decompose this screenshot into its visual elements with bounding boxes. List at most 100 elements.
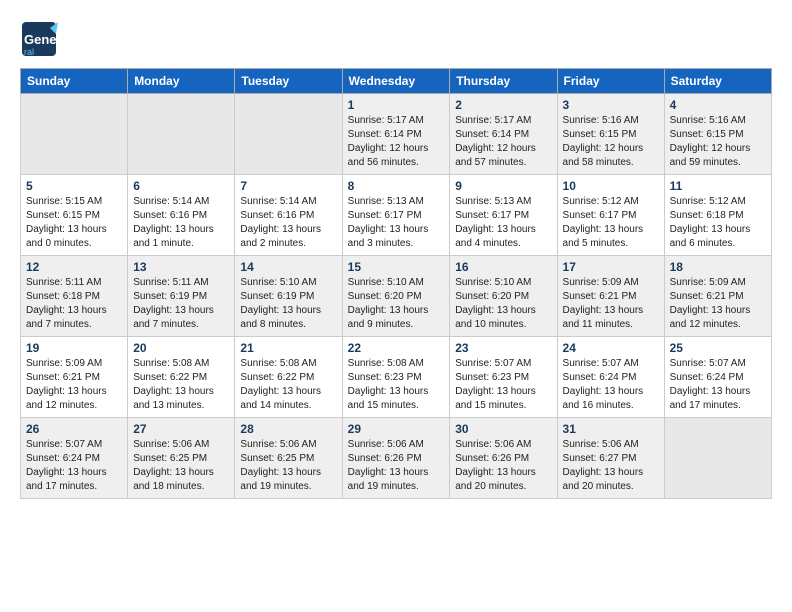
calendar-day-cell: 7 Sunrise: 5:14 AM Sunset: 6:16 PM Daylig… xyxy=(235,175,342,256)
calendar-day-cell xyxy=(21,94,128,175)
page-header: Gene ral xyxy=(20,20,772,58)
day-info: Sunrise: 5:09 AM Sunset: 6:21 PM Dayligh… xyxy=(670,276,766,332)
calendar-day-cell: 14Sunrise: 5:10 AM Sunset: 6:19 PM Dayli… xyxy=(235,256,342,337)
day-number: 15 xyxy=(348,260,445,274)
day-number: 20 xyxy=(133,341,229,355)
calendar-day-cell: 4 Sunrise: 5:16 AM Sunset: 6:15 PM Daylig… xyxy=(664,94,771,175)
day-info: Sunrise: 5:07 AM Sunset: 6:23 PM Dayligh… xyxy=(455,357,551,413)
calendar-day-cell: 11 Sunrise: 5:12 AM Sunset: 6:18 PM Dayli… xyxy=(664,175,771,256)
svg-text:ral: ral xyxy=(24,47,34,57)
day-info: Sunrise: 5:17 AM Sunset: 6:14 PM Dayligh… xyxy=(455,114,551,170)
calendar-day-cell: 18 Sunrise: 5:09 AM Sunset: 6:21 PM Dayli… xyxy=(664,256,771,337)
calendar-day-cell: 19 Sunrise: 5:09 AM Sunset: 6:21 PM Dayli… xyxy=(21,337,128,418)
calendar-day-cell: 8 Sunrise: 5:13 AM Sunset: 6:17 PM Daylig… xyxy=(342,175,450,256)
calendar-day-cell: 6Sunrise: 5:14 AM Sunset: 6:16 PM Daylig… xyxy=(128,175,235,256)
day-info: Sunrise: 5:09 AM Sunset: 6:21 PM Dayligh… xyxy=(26,357,122,413)
day-info: Sunrise: 5:16 AM Sunset: 6:15 PM Dayligh… xyxy=(563,114,659,170)
day-info: Sunrise: 5:09 AM Sunset: 6:21 PM Dayligh… xyxy=(563,276,659,332)
day-number: 4 xyxy=(670,98,766,112)
day-info: Sunrise: 5:12 AM Sunset: 6:18 PM Dayligh… xyxy=(670,195,766,251)
calendar-day-cell: 5Sunrise: 5:15 AM Sunset: 6:15 PM Daylig… xyxy=(21,175,128,256)
day-info: Sunrise: 5:12 AM Sunset: 6:17 PM Dayligh… xyxy=(563,195,659,251)
calendar-day-cell: 16Sunrise: 5:10 AM Sunset: 6:20 PM Dayli… xyxy=(450,256,557,337)
calendar-day-cell xyxy=(235,94,342,175)
day-info: Sunrise: 5:06 AM Sunset: 6:25 PM Dayligh… xyxy=(240,438,336,494)
calendar-week-row: 12Sunrise: 5:11 AM Sunset: 6:18 PM Dayli… xyxy=(21,256,772,337)
day-number: 9 xyxy=(455,179,551,193)
calendar-day-cell: 13 Sunrise: 5:11 AM Sunset: 6:19 PM Dayli… xyxy=(128,256,235,337)
day-number: 22 xyxy=(348,341,445,355)
calendar-day-cell: 9 Sunrise: 5:13 AM Sunset: 6:17 PM Daylig… xyxy=(450,175,557,256)
day-number: 3 xyxy=(563,98,659,112)
day-number: 13 xyxy=(133,260,229,274)
weekday-header: Friday xyxy=(557,69,664,94)
calendar-week-row: 26 Sunrise: 5:07 AM Sunset: 6:24 PM Dayli… xyxy=(21,418,772,499)
day-number: 2 xyxy=(455,98,551,112)
day-number: 1 xyxy=(348,98,445,112)
day-info: Sunrise: 5:08 AM Sunset: 6:22 PM Dayligh… xyxy=(240,357,336,413)
day-info: Sunrise: 5:13 AM Sunset: 6:17 PM Dayligh… xyxy=(455,195,551,251)
day-info: Sunrise: 5:10 AM Sunset: 6:20 PM Dayligh… xyxy=(455,276,551,332)
calendar-day-cell: 3 Sunrise: 5:16 AM Sunset: 6:15 PM Daylig… xyxy=(557,94,664,175)
day-info: Sunrise: 5:06 AM Sunset: 6:26 PM Dayligh… xyxy=(348,438,445,494)
day-number: 7 xyxy=(240,179,336,193)
day-info: Sunrise: 5:06 AM Sunset: 6:25 PM Dayligh… xyxy=(133,438,229,494)
calendar-day-cell: 12Sunrise: 5:11 AM Sunset: 6:18 PM Dayli… xyxy=(21,256,128,337)
day-info: Sunrise: 5:11 AM Sunset: 6:18 PM Dayligh… xyxy=(26,276,122,332)
day-info: Sunrise: 5:10 AM Sunset: 6:20 PM Dayligh… xyxy=(348,276,445,332)
day-number: 31 xyxy=(563,422,659,436)
day-info: Sunrise: 5:14 AM Sunset: 6:16 PM Dayligh… xyxy=(133,195,229,251)
day-info: Sunrise: 5:14 AM Sunset: 6:16 PM Dayligh… xyxy=(240,195,336,251)
day-info: Sunrise: 5:07 AM Sunset: 6:24 PM Dayligh… xyxy=(26,438,122,494)
calendar-day-cell: 28Sunrise: 5:06 AM Sunset: 6:25 PM Dayli… xyxy=(235,418,342,499)
day-number: 24 xyxy=(563,341,659,355)
day-number: 26 xyxy=(26,422,122,436)
calendar-day-cell: 2 Sunrise: 5:17 AM Sunset: 6:14 PM Daylig… xyxy=(450,94,557,175)
calendar-day-cell: 24 Sunrise: 5:07 AM Sunset: 6:24 PM Dayli… xyxy=(557,337,664,418)
calendar-day-cell: 25Sunrise: 5:07 AM Sunset: 6:24 PM Dayli… xyxy=(664,337,771,418)
day-info: Sunrise: 5:06 AM Sunset: 6:26 PM Dayligh… xyxy=(455,438,551,494)
day-info: Sunrise: 5:16 AM Sunset: 6:15 PM Dayligh… xyxy=(670,114,766,170)
calendar-day-cell: 23 Sunrise: 5:07 AM Sunset: 6:23 PM Dayli… xyxy=(450,337,557,418)
weekday-header: Monday xyxy=(128,69,235,94)
logo: Gene ral xyxy=(20,20,62,58)
day-info: Sunrise: 5:13 AM Sunset: 6:17 PM Dayligh… xyxy=(348,195,445,251)
calendar-table: SundayMondayTuesdayWednesdayThursdayFrid… xyxy=(20,68,772,499)
calendar-header-row: SundayMondayTuesdayWednesdayThursdayFrid… xyxy=(21,69,772,94)
day-info: Sunrise: 5:17 AM Sunset: 6:14 PM Dayligh… xyxy=(348,114,445,170)
calendar-day-cell: 20 Sunrise: 5:08 AM Sunset: 6:22 PM Dayli… xyxy=(128,337,235,418)
day-number: 18 xyxy=(670,260,766,274)
calendar-day-cell: 31Sunrise: 5:06 AM Sunset: 6:27 PM Dayli… xyxy=(557,418,664,499)
day-number: 10 xyxy=(563,179,659,193)
calendar-day-cell: 29Sunrise: 5:06 AM Sunset: 6:26 PM Dayli… xyxy=(342,418,450,499)
calendar-day-cell: 10 Sunrise: 5:12 AM Sunset: 6:17 PM Dayli… xyxy=(557,175,664,256)
calendar-week-row: 1 Sunrise: 5:17 AM Sunset: 6:14 PM Daylig… xyxy=(21,94,772,175)
day-info: Sunrise: 5:07 AM Sunset: 6:24 PM Dayligh… xyxy=(563,357,659,413)
weekday-header: Thursday xyxy=(450,69,557,94)
calendar-day-cell: 30 Sunrise: 5:06 AM Sunset: 6:26 PM Dayli… xyxy=(450,418,557,499)
day-number: 27 xyxy=(133,422,229,436)
day-number: 14 xyxy=(240,260,336,274)
day-info: Sunrise: 5:11 AM Sunset: 6:19 PM Dayligh… xyxy=(133,276,229,332)
day-number: 11 xyxy=(670,179,766,193)
day-number: 23 xyxy=(455,341,551,355)
calendar-day-cell: 21 Sunrise: 5:08 AM Sunset: 6:22 PM Dayli… xyxy=(235,337,342,418)
day-number: 19 xyxy=(26,341,122,355)
day-info: Sunrise: 5:08 AM Sunset: 6:23 PM Dayligh… xyxy=(348,357,445,413)
day-number: 21 xyxy=(240,341,336,355)
calendar-day-cell: 15 Sunrise: 5:10 AM Sunset: 6:20 PM Dayli… xyxy=(342,256,450,337)
calendar-day-cell: 1 Sunrise: 5:17 AM Sunset: 6:14 PM Daylig… xyxy=(342,94,450,175)
day-number: 17 xyxy=(563,260,659,274)
day-number: 25 xyxy=(670,341,766,355)
day-number: 8 xyxy=(348,179,445,193)
calendar-week-row: 19 Sunrise: 5:09 AM Sunset: 6:21 PM Dayli… xyxy=(21,337,772,418)
calendar-week-row: 5Sunrise: 5:15 AM Sunset: 6:15 PM Daylig… xyxy=(21,175,772,256)
day-number: 30 xyxy=(455,422,551,436)
day-number: 5 xyxy=(26,179,122,193)
svg-text:Gene: Gene xyxy=(24,32,57,47)
day-info: Sunrise: 5:08 AM Sunset: 6:22 PM Dayligh… xyxy=(133,357,229,413)
calendar-day-cell: 17 Sunrise: 5:09 AM Sunset: 6:21 PM Dayli… xyxy=(557,256,664,337)
calendar-day-cell: 27 Sunrise: 5:06 AM Sunset: 6:25 PM Dayli… xyxy=(128,418,235,499)
calendar-day-cell xyxy=(664,418,771,499)
calendar-day-cell: 22 Sunrise: 5:08 AM Sunset: 6:23 PM Dayli… xyxy=(342,337,450,418)
